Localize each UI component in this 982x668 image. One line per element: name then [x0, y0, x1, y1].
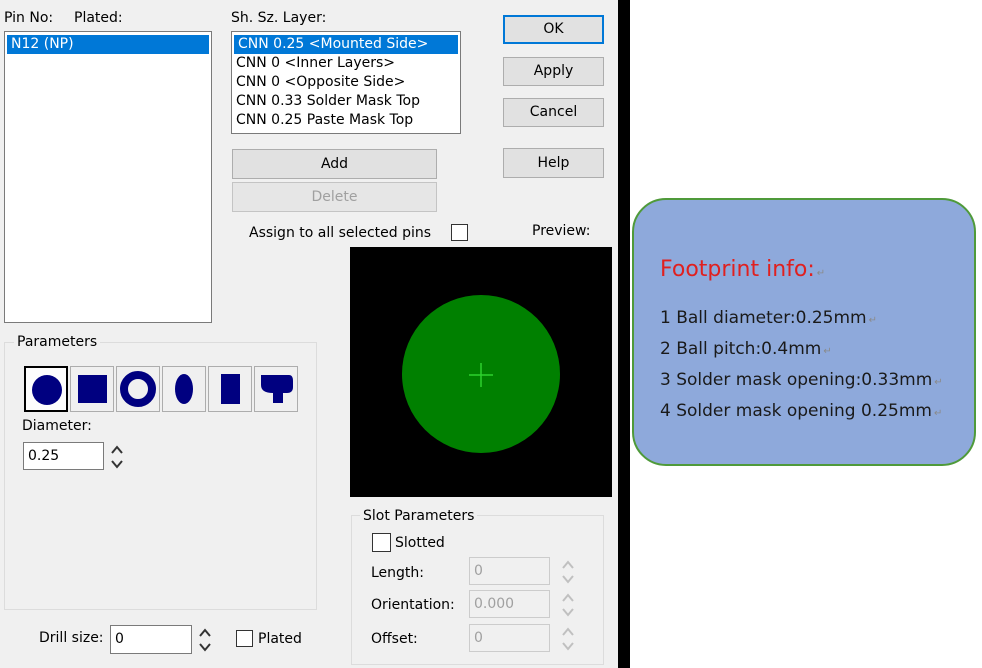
oval-pad-icon[interactable] — [162, 366, 206, 412]
layer-list[interactable]: CNN 0.25 <Mounted Side> CNN 0 <Inner Lay… — [231, 31, 461, 134]
paragraph-mark-icon: ↵ — [823, 346, 832, 357]
drill-plated-checkbox[interactable] — [236, 630, 253, 647]
pin-no-label: Pin No: — [4, 10, 54, 26]
layer-item-opposite-side[interactable]: CNN 0 <Opposite Side> — [232, 73, 460, 92]
pin-list[interactable]: N12 (NP) — [4, 31, 212, 323]
paragraph-mark-icon: ↵ — [933, 408, 943, 419]
drill-size-label: Drill size: — [39, 630, 104, 646]
annular-ring-icon[interactable] — [116, 366, 160, 412]
ok-button[interactable]: OK — [503, 15, 604, 44]
slot-offset-label: Offset: — [371, 631, 418, 647]
slot-offset-spinner-icon[interactable] — [561, 625, 575, 653]
footprint-info-line-3: 3 Solder mask opening:0.33mm ↵ — [660, 370, 943, 390]
odd-shape-pad-icon[interactable] — [254, 366, 298, 412]
round-pad-icon[interactable] — [24, 366, 68, 412]
delete-button[interactable]: Delete — [232, 182, 437, 212]
drill-size-input[interactable]: 0 — [110, 625, 192, 654]
layer-item-mounted-side[interactable]: CNN 0.25 <Mounted Side> — [234, 35, 458, 54]
assign-all-label: Assign to all selected pins — [249, 225, 432, 241]
help-button[interactable]: Help — [503, 148, 604, 178]
cancel-button[interactable]: Cancel — [503, 98, 604, 127]
assign-all-checkbox[interactable] — [451, 224, 468, 241]
slot-length-spinner-icon[interactable] — [561, 558, 575, 586]
drill-plated-label: Plated — [258, 631, 302, 647]
diameter-label: Diameter: — [22, 418, 92, 434]
pin-list-item[interactable]: N12 (NP) — [7, 35, 209, 54]
slot-orientation-label: Orientation: — [371, 597, 455, 613]
square-pad-icon[interactable] — [70, 366, 114, 412]
footprint-info-line-2: 2 Ball pitch:0.4mm ↵ — [660, 339, 832, 359]
footprint-info-line-1: 1 Ball diameter:0.25mm ↵ — [660, 308, 878, 328]
paragraph-mark-icon: ↵ — [934, 377, 943, 388]
pad-stacks-dialog: Pin No: Plated: N12 (NP) Sh. Sz. Layer: … — [0, 0, 618, 668]
slot-parameters-title: Slot Parameters — [360, 507, 478, 525]
drill-size-spinner-icon[interactable] — [198, 626, 212, 654]
slot-orientation-spinner-icon[interactable] — [561, 591, 575, 619]
slotted-checkbox[interactable] — [372, 533, 391, 552]
paragraph-mark-icon: ↵ — [868, 315, 878, 326]
layer-item-paste-mask-top[interactable]: CNN 0.25 Paste Mask Top — [232, 111, 460, 130]
slot-length-label: Length: — [371, 565, 425, 581]
layer-list-header: Sh. Sz. Layer: — [231, 10, 327, 26]
plated-column-label: Plated: — [74, 10, 123, 26]
rectangle-pad-icon[interactable] — [208, 366, 252, 412]
window-divider — [618, 0, 630, 668]
layer-item-solder-mask-top[interactable]: CNN 0.33 Solder Mask Top — [232, 92, 460, 111]
footprint-info-line-4: 4 Solder mask opening 0.25mm ↵ — [660, 401, 943, 421]
pad-preview — [350, 247, 612, 497]
apply-button[interactable]: Apply — [503, 57, 604, 86]
footprint-info-callout — [632, 198, 976, 466]
diameter-spinner-icon[interactable] — [110, 443, 124, 471]
add-button[interactable]: Add — [232, 149, 437, 179]
footprint-info-title: Footprint info: ↵ — [660, 257, 826, 282]
slot-orientation-input[interactable]: 0.000 — [469, 590, 550, 618]
preview-label: Preview: — [532, 223, 591, 239]
slot-length-input[interactable]: 0 — [469, 557, 550, 585]
layer-item-inner-layers[interactable]: CNN 0 <Inner Layers> — [232, 54, 460, 73]
diameter-input[interactable]: 0.25 — [23, 442, 104, 470]
slotted-label: Slotted — [395, 535, 445, 551]
paragraph-mark-icon: ↵ — [816, 268, 826, 279]
slot-offset-input[interactable]: 0 — [469, 624, 550, 652]
parameters-title: Parameters — [14, 333, 101, 351]
